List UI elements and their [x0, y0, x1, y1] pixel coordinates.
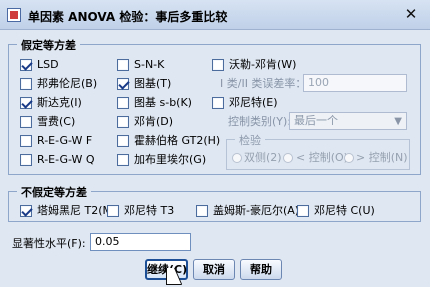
- checkbox-label: 盖姆斯-豪厄尔(A): [213, 204, 300, 217]
- checkbox-box[interactable]: [107, 205, 119, 217]
- error-ratio-input[interactable]: 100: [303, 74, 407, 92]
- checkbox-label: R-E-G-W F: [37, 134, 93, 147]
- checkbox-box[interactable]: [20, 154, 32, 166]
- checkbox-label: 霍赫伯格 GT2(H): [134, 134, 221, 147]
- checkbox-label: R-E-G-W Q: [37, 153, 95, 166]
- checkbox-box[interactable]: [117, 154, 129, 166]
- checkbox-label: S-N-K: [134, 58, 165, 71]
- checkbox-box[interactable]: [212, 97, 224, 109]
- checkbox-box[interactable]: [117, 116, 129, 128]
- control-category-select[interactable]: 最后一个 ▼: [289, 112, 407, 130]
- control-category-value: 最后一个: [294, 114, 338, 127]
- checkbox-label: 邓尼特(E): [229, 96, 278, 109]
- checkbox-label: 加布里埃尔(G): [134, 153, 207, 166]
- greater-control-label: > 控制(N): [356, 151, 408, 164]
- checkbox-label: 邓尼特 T3: [124, 204, 175, 217]
- app-icon: [7, 8, 21, 22]
- help-button[interactable]: 帮助: [240, 259, 282, 280]
- checkbox-box[interactable]: [20, 205, 32, 217]
- significance-input[interactable]: 0.05: [90, 233, 191, 251]
- checkbox-box[interactable]: [117, 135, 129, 147]
- checkbox-box[interactable]: [20, 59, 32, 71]
- checkbox-label: 图基(T): [134, 77, 172, 90]
- checkbox-label: 邓肯(D): [134, 115, 174, 128]
- checkbox-box[interactable]: [20, 116, 32, 128]
- checkbox-box[interactable]: [20, 135, 32, 147]
- checkbox-box[interactable]: [196, 205, 208, 217]
- checkbox-box[interactable]: [297, 205, 309, 217]
- cancel-button[interactable]: 取消: [193, 259, 235, 280]
- unequal-variances-legend: 不假定等方差: [17, 184, 91, 200]
- checkbox-label: 雪费(C): [37, 115, 76, 128]
- post-hoc-dialog: 单因素 ANOVA 检验：事后多重比较 ✕ 假定等方差 LSD S-N-K 沃勒…: [0, 0, 430, 287]
- checkbox-box[interactable]: [117, 59, 129, 71]
- checkbox-box[interactable]: [212, 59, 224, 71]
- close-icon[interactable]: ✕: [402, 5, 420, 23]
- chevron-down-icon: ▼: [394, 116, 402, 127]
- checkbox-label: 沃勒-邓肯(W): [229, 58, 297, 71]
- mouse-pointer-icon: [167, 268, 181, 284]
- checkbox-label: 斯达克(I): [37, 96, 82, 109]
- less-control-radio[interactable]: [283, 153, 293, 163]
- error-ratio-label: I 类/II 类误差率：: [220, 77, 307, 90]
- significance-label: 显著性水平(F):: [12, 237, 86, 250]
- test-legend: 检验: [235, 132, 265, 148]
- greater-control-radio[interactable]: [344, 153, 354, 163]
- dialog-title: 单因素 ANOVA 检验：事后多重比较: [28, 10, 228, 24]
- checkbox-box[interactable]: [117, 97, 129, 109]
- checkbox-label: LSD: [37, 58, 59, 71]
- control-category-label: 控制类别(Y):: [228, 115, 292, 128]
- checkbox-label: 邓尼特 C(U): [314, 204, 375, 217]
- checkbox-label: 邦弗伦尼(B): [37, 77, 98, 90]
- checkbox-box[interactable]: [20, 97, 32, 109]
- two-sided-label: 双侧(2): [244, 151, 282, 164]
- checkbox-box[interactable]: [20, 78, 32, 90]
- title-bar: 单因素 ANOVA 检验：事后多重比较 ✕: [0, 0, 430, 30]
- checkbox-label: 塔姆黑尼 T2(M): [37, 204, 117, 217]
- checkbox-box[interactable]: [117, 78, 129, 90]
- equal-variances-legend: 假定等方差: [17, 37, 80, 53]
- less-control-label: < 控制(O): [296, 151, 348, 164]
- checkbox-label: 图基 s-b(K): [134, 96, 192, 109]
- two-sided-radio[interactable]: [232, 153, 242, 163]
